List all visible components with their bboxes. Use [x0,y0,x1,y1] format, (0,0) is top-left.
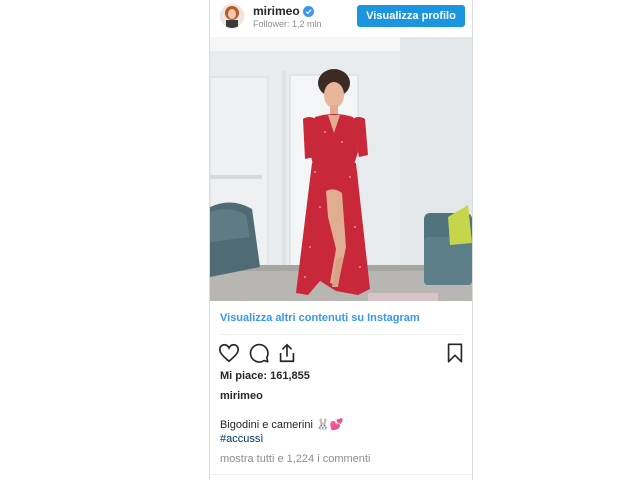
bookmark-icon[interactable] [444,342,466,364]
view-profile-button[interactable]: Visualizza profilo [357,5,465,27]
post-header: mirimeo Follower: 1,2 mln Visualizza pro… [210,0,472,37]
post-photo[interactable] [210,37,472,301]
owner-username[interactable]: mirimeo [220,390,263,402]
divider [220,334,462,335]
view-comments-link[interactable]: mostra tutti e 1,224 i commenti [220,453,370,465]
post-photo-illustration [210,37,472,301]
more-content-link[interactable]: Visualizza altri contenuti su Instagram [220,312,420,324]
comment-bubble-icon[interactable] [248,342,270,364]
verified-badge-icon [302,5,314,17]
post-caption: Bigodini e camerini 🐰💕 [220,419,344,431]
bottom-divider [210,474,472,475]
username-text[interactable]: mirimeo [253,4,300,18]
hashtag-link[interactable]: #accussì [220,433,263,445]
follower-count: Follower: 1,2 mln [253,19,322,29]
like-count[interactable]: Mi piace: 161,855 [220,370,310,382]
heart-icon[interactable] [218,342,240,364]
action-bar [218,342,468,364]
share-icon[interactable] [276,342,298,364]
instagram-embed-card: mirimeo Follower: 1,2 mln Visualizza pro… [209,0,473,480]
username[interactable]: mirimeo [253,4,314,18]
avatar[interactable] [220,4,244,28]
